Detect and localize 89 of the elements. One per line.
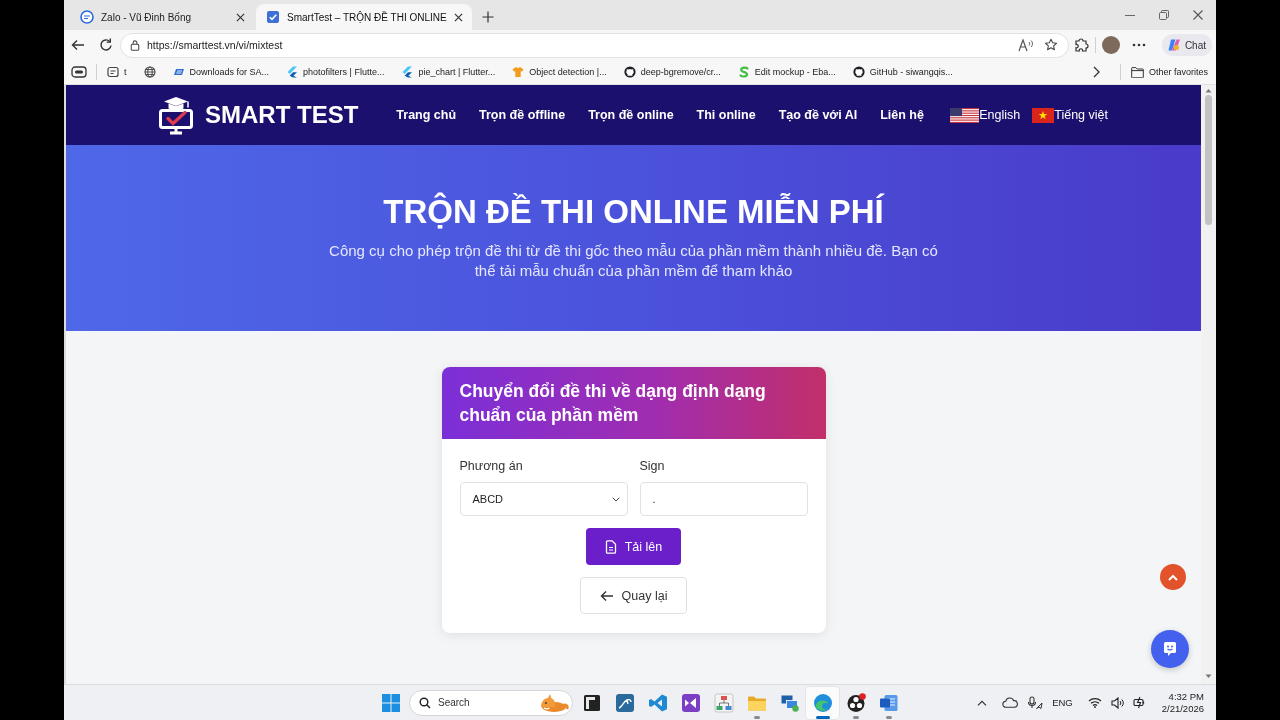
window-icon	[107, 66, 119, 78]
puzzle-icon[interactable]	[1072, 37, 1089, 53]
chevron-icon	[401, 66, 414, 78]
chat-button[interactable]: Chat	[1161, 34, 1212, 56]
bookmark-link[interactable]	[143, 66, 156, 78]
nav-link[interactable]: Trang chủ	[396, 108, 457, 122]
chat-bubble-icon	[80, 10, 94, 24]
hero-title: TRỘN ĐỀ THI ONLINE MIỄN PHÍ	[382, 192, 886, 232]
diagram-icon	[713, 692, 734, 713]
ribbon-icon	[647, 692, 668, 713]
back-button[interactable]: Quay lại	[579, 577, 688, 614]
card-title: Chuyển đổi đề thi về dạng định dạng chuẩn của phần mềm	[459, 380, 767, 427]
back-icon[interactable]	[70, 37, 86, 53]
more-icon[interactable]	[1131, 43, 1146, 47]
wifi-icon[interactable]	[1087, 697, 1102, 708]
site-logo[interactable]: SMART TEST	[157, 95, 359, 135]
four-squares-icon	[382, 693, 400, 712]
close-icon[interactable]	[236, 12, 245, 22]
squiggle-icon	[737, 66, 750, 78]
bookmark-link[interactable]: Object detection |...	[512, 66, 607, 78]
bowtie-icon	[680, 692, 701, 713]
star-icon[interactable]	[1043, 38, 1058, 52]
file-icon	[604, 539, 617, 554]
scroll-top-button[interactable]	[1160, 564, 1186, 590]
slanted-bars-icon	[1166, 38, 1181, 52]
battery-icon[interactable]	[1132, 696, 1147, 709]
flag-icon	[950, 107, 980, 123]
input-language-indicator[interactable]: ENG	[1052, 697, 1073, 708]
search-field[interactable]: Search	[409, 689, 573, 716]
microphone-icon[interactable]	[1027, 695, 1044, 710]
cat-icon	[623, 66, 636, 78]
folder-icon	[1130, 66, 1144, 78]
upload-button[interactable]: Tải lên	[585, 528, 682, 565]
search-icon	[419, 696, 431, 709]
chevron-up-icon[interactable]	[977, 699, 988, 706]
close-icon[interactable]	[1193, 10, 1203, 20]
chevron-down-icon	[611, 496, 620, 502]
bookmark-link[interactable]: t	[107, 66, 127, 78]
nav-link[interactable]: Trọn đề offline	[479, 108, 566, 122]
reload-icon[interactable]	[98, 37, 114, 53]
globe-icon	[143, 66, 156, 78]
tab-stack-icon[interactable]	[71, 66, 87, 78]
close-icon[interactable]	[453, 12, 463, 22]
bookmark-link[interactable]: pie_chart | Flutter...	[401, 66, 496, 78]
parallelogram-icon	[172, 66, 185, 78]
chevron-icon	[286, 66, 299, 78]
wave-tile-icon	[614, 692, 635, 713]
clock-time[interactable]: 4:32 PM	[1168, 690, 1204, 703]
clock-date[interactable]: 2/21/2026	[1161, 702, 1204, 715]
document-icon	[878, 692, 899, 713]
bookmark-link[interactable]: Edit mockup - Eba...	[737, 66, 836, 78]
support-chat-button[interactable]	[1151, 630, 1189, 668]
bookmark-link[interactable]: deep-bgremove/cr...	[623, 66, 721, 78]
nav-link[interactable]: Liên hệ	[880, 108, 924, 122]
read-aloud-icon[interactable]	[1017, 38, 1034, 52]
window-icon	[581, 692, 602, 713]
hero-subtitle: Công cụ cho phép trộn đề thi từ đề thi gốc theo mẫu của phần mềm thành nhiều đề. Bạn có thể tải mẫu chuẩn của phần mềm để tham khảo	[328, 241, 939, 281]
browser-tab[interactable]: Zalo - Vũ Đinh Bống	[70, 4, 254, 30]
language-link[interactable]: Tiếng việt	[1032, 107, 1108, 123]
text-input[interactable]: .	[639, 482, 808, 516]
bookmark-link[interactable]: Downloads for SA...	[172, 66, 270, 78]
bookmark-link[interactable]: GitHub - siwangqis...	[852, 66, 953, 78]
nav-link[interactable]: Thi online	[696, 108, 756, 122]
checkbox-icon	[266, 10, 280, 24]
cloud-icon[interactable]	[1002, 697, 1019, 708]
other-favorites-link[interactable]: Other favorites	[1130, 66, 1208, 78]
language-link[interactable]: English	[950, 107, 1021, 123]
circles-icon	[845, 692, 866, 713]
cat-icon	[852, 66, 865, 78]
select-field[interactable]: ABCD	[459, 482, 628, 516]
chevron-right-icon[interactable]	[1091, 66, 1100, 78]
flag-icon	[1032, 107, 1055, 123]
restore-icon[interactable]	[1159, 10, 1169, 20]
bookmark-link[interactable]: photofilters | Flutte...	[286, 66, 385, 78]
address-bar[interactable]: https://smarttest.vn/vi/mixtest	[120, 32, 1069, 58]
plus-icon[interactable]	[481, 11, 494, 23]
lock-icon	[129, 39, 141, 51]
browser-tab[interactable]: SmartTest – TRỘN ĐỀ THI ONLINE	[256, 4, 472, 30]
avatar[interactable]	[1101, 36, 1120, 54]
field-label: Sign	[639, 459, 666, 474]
arrow-left-icon	[599, 589, 614, 602]
nav-link[interactable]: Trọn đề online	[588, 108, 674, 122]
swirl-icon	[812, 692, 833, 713]
chat-bubble-icon	[1162, 641, 1178, 657]
field-label: Phương án	[459, 459, 524, 474]
chevron-up-icon	[1168, 573, 1178, 581]
nav-link[interactable]: Tạo đề với AI	[778, 108, 858, 122]
shirt-icon	[512, 66, 525, 78]
speaker-icon[interactable]	[1110, 696, 1124, 709]
